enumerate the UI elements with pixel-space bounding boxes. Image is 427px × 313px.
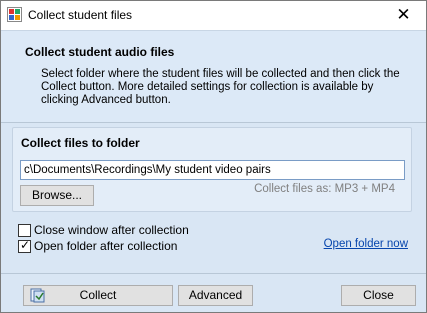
- folder-group-title: Collect files to folder: [21, 136, 140, 150]
- collect-format-text: Collect files as: MP3 + MP4: [254, 183, 395, 195]
- close-window-checkbox[interactable]: [18, 224, 31, 237]
- window-title: Collect student files: [28, 8, 133, 22]
- dialog-window: Collect student files ✕ Collect student …: [0, 0, 427, 313]
- advanced-button[interactable]: Advanced: [178, 285, 253, 306]
- checkmark-icon: ✓: [20, 238, 31, 252]
- footer-divider: [1, 273, 426, 274]
- title-bar: Collect student files ✕: [1, 1, 426, 30]
- collect-icon: [30, 288, 45, 303]
- header-description: Select folder where the student files wi…: [41, 68, 400, 106]
- open-folder-checkbox[interactable]: ✓: [18, 238, 31, 253]
- collect-label: Collect: [79, 288, 117, 302]
- open-folder-now-link[interactable]: Open folder now: [324, 238, 408, 250]
- close-window-button[interactable]: ✕: [381, 1, 426, 30]
- browse-button[interactable]: Browse...: [20, 185, 94, 206]
- open-folder-label[interactable]: Open folder after collection: [34, 239, 177, 253]
- folder-path-input[interactable]: c\Documents\Recordings\My student video …: [20, 160, 405, 180]
- close-window-label[interactable]: Close window after collection: [34, 223, 189, 237]
- app-icon: [7, 7, 22, 22]
- collect-button[interactable]: Collect: [23, 285, 173, 306]
- close-button[interactable]: Close: [341, 285, 416, 306]
- header-pane: Collect student audio files Select folde…: [1, 30, 426, 123]
- folder-group: Collect files to folder c\Documents\Reco…: [12, 127, 412, 212]
- header-title: Collect student audio files: [25, 45, 175, 59]
- header-divider: [1, 122, 426, 123]
